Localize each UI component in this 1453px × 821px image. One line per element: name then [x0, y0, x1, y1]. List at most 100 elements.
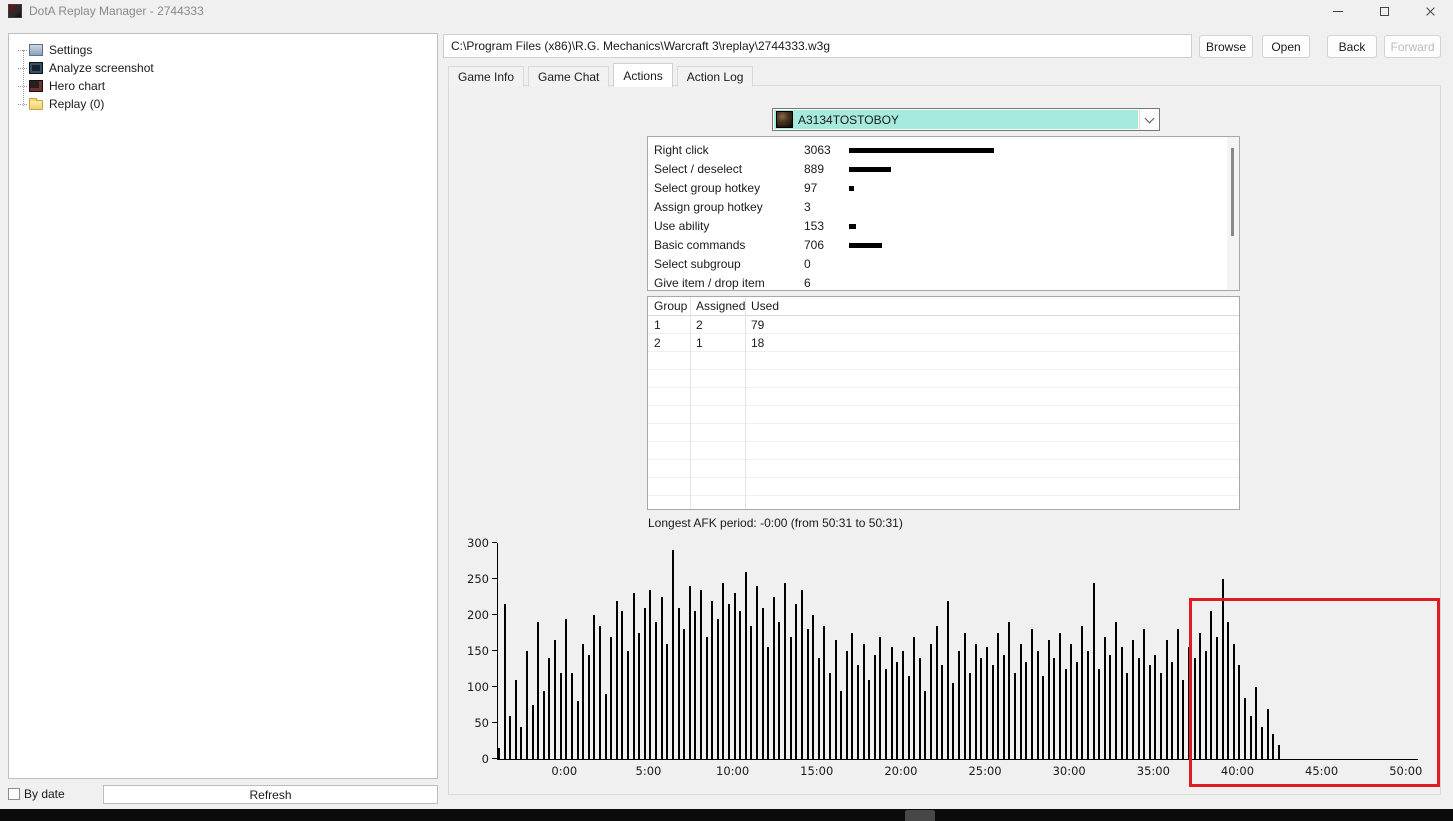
by-date-option: By date [8, 787, 65, 801]
list-item: Select subgroup 0 [648, 254, 1239, 273]
browse-button[interactable]: Browse [1199, 35, 1253, 58]
player-selected-item[interactable]: A3134TOSTOBOY [774, 110, 1138, 129]
action-label: Select / deselect [654, 162, 743, 176]
action-count: 6 [804, 276, 811, 290]
chart-bar [958, 651, 960, 759]
table-empty-rows [648, 352, 1239, 509]
y-axis-tick-label: 50 [474, 716, 489, 731]
chart-bar [817, 658, 820, 759]
chart-bar [1053, 658, 1056, 759]
chart-bar [946, 600, 949, 759]
chart-bar [744, 571, 747, 759]
chart-bar [767, 647, 770, 759]
chart-bar [1103, 636, 1106, 759]
cell-used: 18 [751, 335, 765, 350]
chart-bar [929, 643, 932, 759]
x-axis-tick-label: 25:00 [968, 764, 1002, 778]
list-item: Select / deselect 889 [648, 159, 1239, 178]
chart-bar [683, 629, 686, 759]
tab-strip: Game Info Game Chat Actions Action Log [448, 63, 754, 87]
folder-icon [29, 98, 43, 110]
chart-bar [643, 607, 646, 759]
close-button[interactable] [1407, 0, 1453, 22]
chart-bar [1030, 629, 1033, 759]
chart-bar [1137, 658, 1140, 759]
maximize-icon [1379, 6, 1389, 16]
replay-path-input[interactable] [443, 34, 1192, 58]
combo-dropdown-button[interactable] [1139, 109, 1159, 130]
list-item: Give item / drop item 6 [648, 273, 1239, 292]
table-row [648, 460, 1239, 478]
sidebar-item-settings[interactable]: Settings [18, 41, 437, 59]
refresh-button[interactable]: Refresh [103, 785, 438, 804]
chart-bar [1098, 669, 1101, 759]
forward-button-disabled[interactable]: Forward [1384, 35, 1441, 58]
sidebar-item-hero-chart[interactable]: Hero chart [18, 77, 437, 95]
chart-bar [677, 607, 680, 759]
chart-bar [565, 618, 568, 759]
chart-bar [913, 636, 916, 759]
table-header: Group Assigned Used [648, 297, 1239, 316]
chart-bar [621, 611, 624, 759]
by-date-checkbox[interactable] [8, 788, 20, 800]
chart-bar [1002, 654, 1005, 759]
tab-action-log[interactable]: Action Log [676, 66, 754, 87]
chart-bar [1109, 654, 1112, 759]
chart-bar [935, 625, 938, 759]
chart-bar [537, 622, 540, 759]
window-controls [1315, 0, 1453, 22]
action-count-bar [849, 167, 892, 172]
player-select-combobox[interactable]: A3134TOSTOBOY [772, 108, 1160, 131]
chart-bar [548, 658, 551, 759]
cell-used: 79 [751, 317, 765, 332]
chart-bar [789, 636, 792, 759]
x-axis-tick-label: 30:00 [1052, 764, 1086, 778]
column-header-used[interactable]: Used [745, 299, 1239, 313]
chart-bar [1081, 625, 1084, 759]
screenshot-icon [29, 62, 43, 74]
action-count: 153 [804, 219, 825, 233]
tab-actions[interactable]: Actions [613, 63, 673, 87]
chart-bar [1064, 669, 1067, 759]
chart-bar [526, 651, 529, 759]
chart-bar [716, 618, 719, 759]
chart-bar [873, 654, 876, 759]
chart-bar [632, 593, 635, 759]
player-avatar-icon [776, 111, 793, 128]
table-row: 2 1 18 [648, 334, 1239, 352]
taskbar-item[interactable] [905, 810, 935, 821]
chart-bar [997, 633, 1000, 759]
action-label: Select subgroup [654, 257, 741, 271]
chart-bar [1014, 672, 1017, 759]
settings-icon [29, 44, 43, 56]
back-button[interactable]: Back [1327, 35, 1377, 58]
action-count: 0 [804, 257, 811, 271]
sidebar-item-label: Hero chart [49, 79, 106, 93]
chart-bar [542, 690, 545, 759]
sidebar-item-replay[interactable]: Replay (0) [18, 95, 437, 113]
tab-game-chat[interactable]: Game Chat [528, 66, 610, 87]
chart-bar [1182, 679, 1185, 759]
chart-bar [615, 600, 618, 759]
table-row [648, 496, 1239, 509]
column-header-group[interactable]: Group [648, 299, 690, 313]
minimize-button[interactable] [1315, 0, 1361, 22]
chart-bar [963, 633, 966, 759]
vertical-scrollbar[interactable] [1227, 137, 1239, 290]
open-button[interactable]: Open [1262, 35, 1310, 58]
column-header-assigned[interactable]: Assigned [690, 299, 745, 313]
chart-bar [498, 748, 500, 759]
chart-bar [1131, 640, 1134, 759]
maximize-button[interactable] [1361, 0, 1407, 22]
action-count-bar [849, 224, 857, 229]
chart-bar [795, 604, 798, 759]
sidebar-item-analyze-screenshot[interactable]: Analyze screenshot [18, 59, 437, 77]
chart-bar [587, 654, 590, 759]
action-count: 889 [804, 162, 825, 176]
tab-game-info[interactable]: Game Info [448, 66, 525, 87]
chart-bar [1019, 643, 1022, 759]
chart-bar [531, 705, 534, 759]
scrollbar-thumb[interactable] [1231, 148, 1234, 236]
action-label: Use ability [654, 219, 710, 233]
chart-bar [885, 669, 888, 759]
